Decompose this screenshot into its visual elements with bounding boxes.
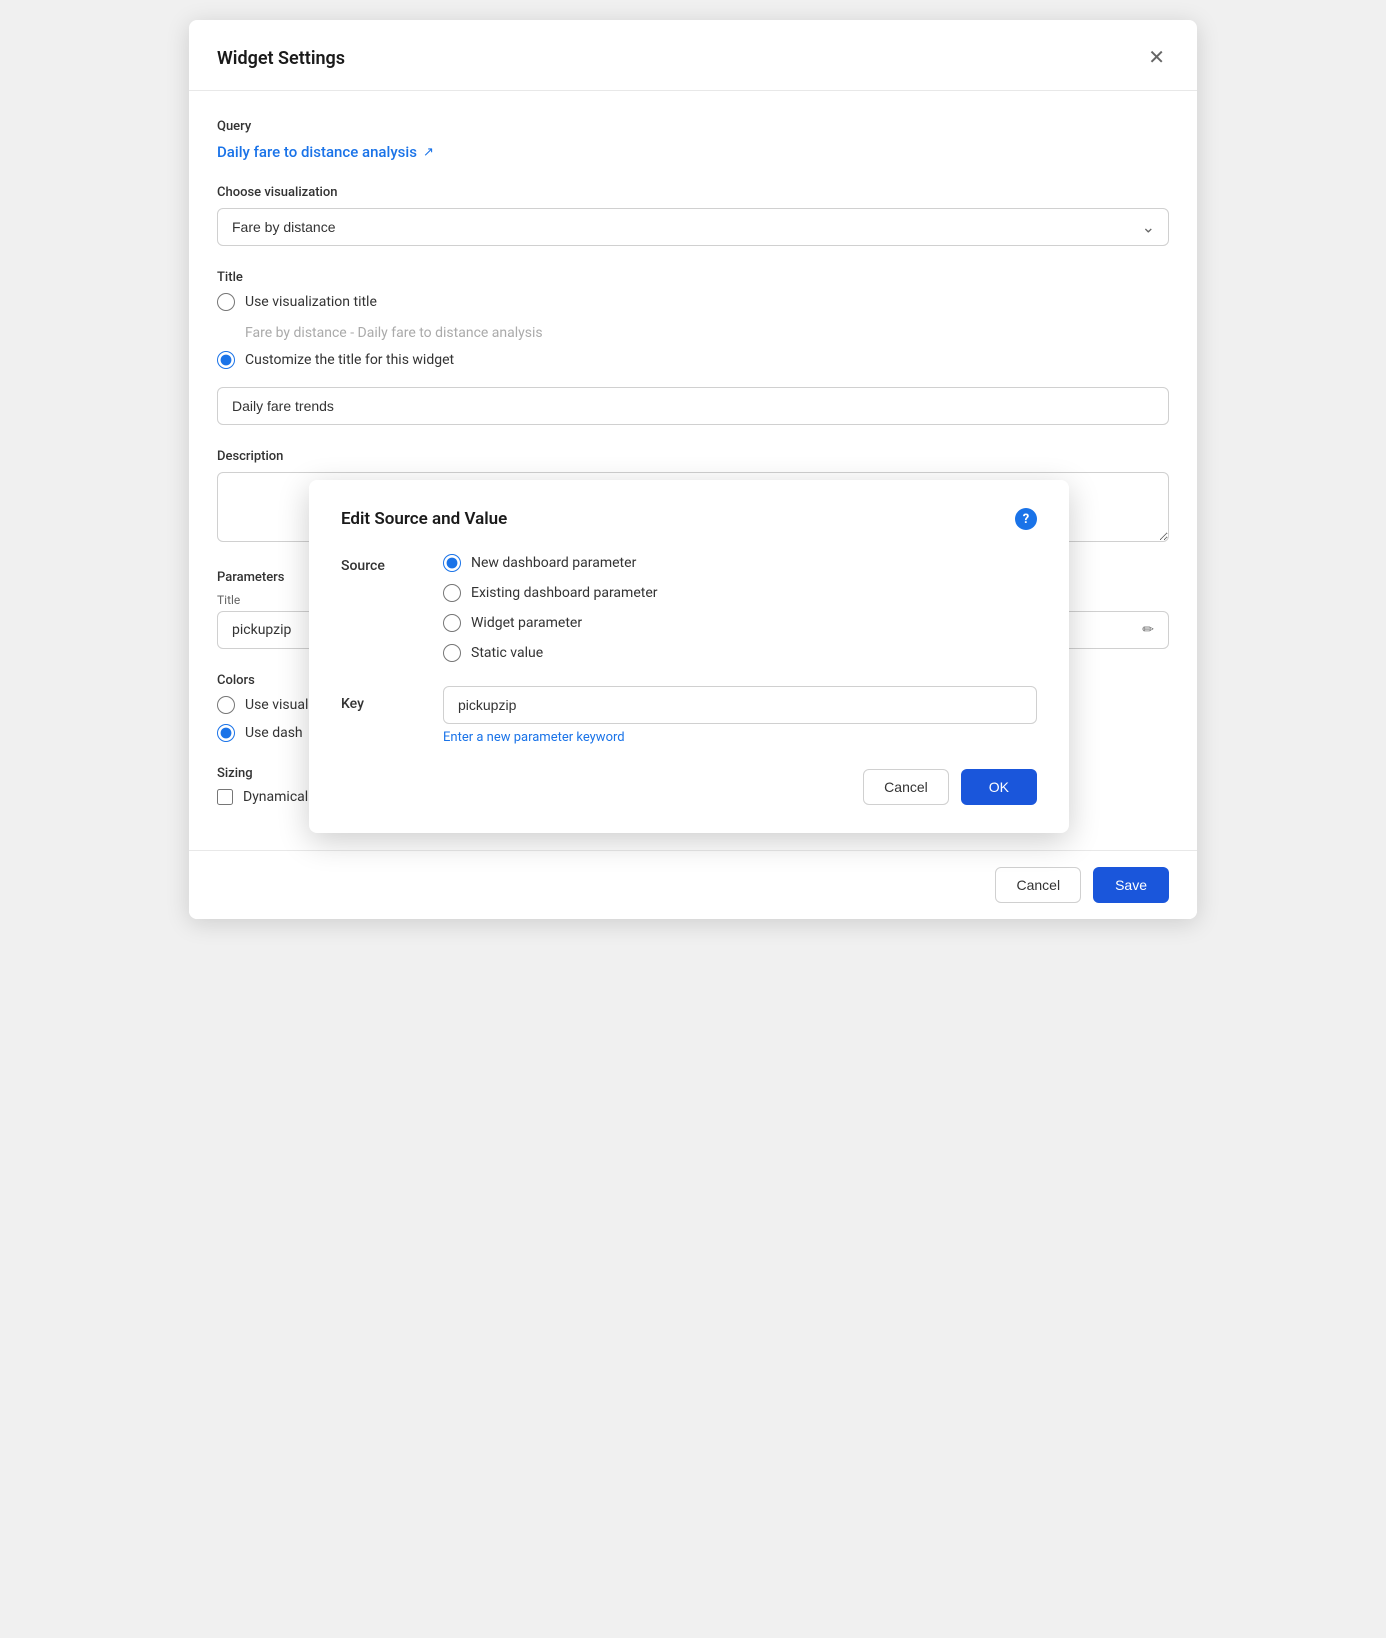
source-widget-param-label: Widget parameter (471, 615, 582, 631)
custom-title-input[interactable] (217, 387, 1169, 425)
modal-footer: Cancel Save (189, 850, 1197, 919)
use-visual-label: Use visual (245, 697, 308, 713)
use-dash-input[interactable] (217, 724, 235, 742)
customize-title-radio[interactable]: Customize the title for this widget (217, 351, 1169, 369)
use-viz-title-radio[interactable]: Use visualization title (217, 293, 1169, 311)
customize-title-input[interactable] (217, 351, 235, 369)
description-label: Description (217, 449, 1169, 464)
overlay-title: Edit Source and Value (341, 509, 507, 529)
external-link-icon: ↗ (423, 145, 434, 160)
overlay-key-label: Key (341, 686, 411, 712)
widget-settings-modal: Widget Settings ✕ Query Daily fare to di… (189, 20, 1197, 919)
source-existing-dashboard-input[interactable] (443, 584, 461, 602)
overlay-ok-button[interactable]: OK (961, 769, 1037, 805)
title-radio-group: Use visualization title Fare by distance… (217, 293, 1169, 425)
source-new-dashboard-input[interactable] (443, 554, 461, 572)
use-dash-label: Use dash (245, 725, 303, 741)
edit-source-dialog: Edit Source and Value ? Source New dashb… (309, 480, 1069, 833)
overlay-key-input[interactable] (443, 686, 1037, 724)
help-icon[interactable]: ? (1015, 508, 1037, 530)
use-viz-title-label: Use visualization title (245, 294, 377, 310)
source-widget-param-input[interactable] (443, 614, 461, 632)
close-button[interactable]: ✕ (1144, 44, 1169, 72)
source-widget-param-radio[interactable]: Widget parameter (443, 614, 657, 632)
overlay-footer: Cancel OK (341, 769, 1037, 805)
visualization-select-wrapper: Fare by distance ⌄ (217, 208, 1169, 246)
overlay-source-label: Source (341, 554, 411, 662)
overlay-key-row: Key Enter a new parameter keyword (341, 686, 1037, 745)
viz-title-placeholder: Fare by distance - Daily fare to distanc… (245, 325, 1169, 341)
source-new-dashboard-radio[interactable]: New dashboard parameter (443, 554, 657, 572)
overlay-key-input-wrap: Enter a new parameter keyword (443, 686, 1037, 745)
overlay-cancel-button[interactable]: Cancel (863, 769, 949, 805)
sizing-checkbox[interactable] (217, 789, 233, 805)
param-col1-value: pickupzip (232, 622, 291, 638)
source-new-dashboard-label: New dashboard parameter (471, 555, 636, 571)
modal-title: Widget Settings (217, 48, 345, 69)
footer-cancel-button[interactable]: Cancel (995, 867, 1081, 903)
title-section: Title Use visualization title Fare by di… (217, 270, 1169, 425)
overlay-source-row: Source New dashboard parameter Existing … (341, 554, 1037, 662)
query-label: Query (217, 119, 1169, 134)
visualization-select[interactable]: Fare by distance (217, 208, 1169, 246)
source-static-value-radio[interactable]: Static value (443, 644, 657, 662)
overlay-radio-group: New dashboard parameter Existing dashboa… (443, 554, 657, 662)
use-visual-input[interactable] (217, 696, 235, 714)
visualization-section: Choose visualization Fare by distance ⌄ (217, 185, 1169, 246)
param-col2-edit-icon[interactable]: ✏ (1142, 622, 1154, 638)
use-viz-title-input[interactable] (217, 293, 235, 311)
title-label: Title (217, 270, 1169, 285)
query-link-text: Daily fare to distance analysis (217, 143, 417, 161)
overlay-key-hint: Enter a new parameter keyword (443, 730, 1037, 745)
query-section: Query Daily fare to distance analysis ↗ (217, 119, 1169, 161)
visualization-label: Choose visualization (217, 185, 1169, 200)
query-link[interactable]: Daily fare to distance analysis ↗ (217, 143, 434, 161)
modal-header: Widget Settings ✕ (189, 20, 1197, 91)
source-static-value-input[interactable] (443, 644, 461, 662)
source-static-value-label: Static value (471, 645, 543, 661)
footer-save-button[interactable]: Save (1093, 867, 1169, 903)
source-existing-dashboard-label: Existing dashboard parameter (471, 585, 657, 601)
source-existing-dashboard-radio[interactable]: Existing dashboard parameter (443, 584, 657, 602)
overlay-header: Edit Source and Value ? (341, 508, 1037, 530)
customize-title-label: Customize the title for this widget (245, 352, 454, 368)
